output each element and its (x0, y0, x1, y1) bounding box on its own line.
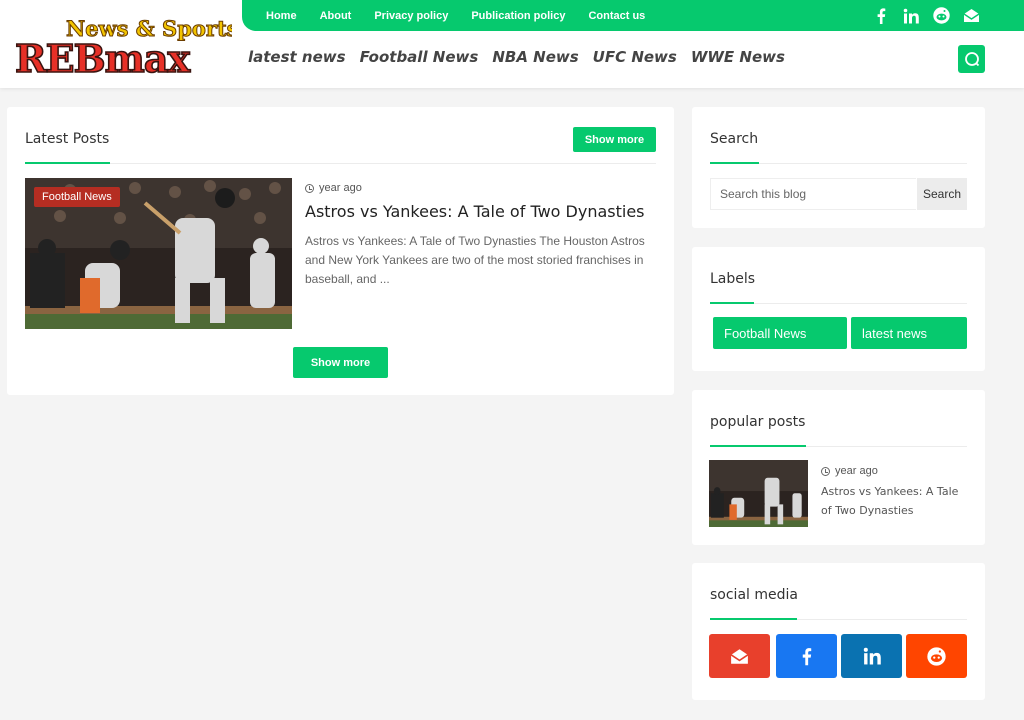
facebook-icon (802, 647, 812, 665)
topnav-privacy[interactable]: Privacy policy (374, 10, 448, 22)
topnav-contact[interactable]: Contact us (588, 10, 645, 22)
top-nav: Home About Privacy policy Publication po… (266, 0, 668, 31)
social-linkedin-button[interactable] (841, 634, 902, 678)
email-icon[interactable] (962, 7, 980, 25)
site-logo[interactable]: News & Sports REBmax (14, 14, 232, 77)
topnav-home[interactable]: Home (266, 10, 297, 22)
social-reddit-button[interactable] (906, 634, 967, 678)
post-time: year ago (319, 182, 362, 194)
reddit-icon[interactable] (932, 7, 950, 25)
popular-post-title[interactable]: Astros vs Yankees: A Tale of Two Dynasti… (821, 482, 971, 520)
social-email-button[interactable] (709, 634, 770, 678)
label-latest-news[interactable]: latest news (851, 317, 967, 349)
topnav-publication[interactable]: Publication policy (471, 10, 565, 22)
post-meta: year ago (305, 182, 362, 194)
linkedin-icon[interactable] (902, 7, 920, 25)
facebook-icon[interactable] (872, 7, 890, 25)
header-search-button[interactable] (958, 45, 985, 73)
clock-icon (305, 183, 314, 193)
popular-post-meta: year ago (821, 465, 878, 477)
topnav-about[interactable]: About (320, 10, 352, 22)
logo-wordmark: REBmax (15, 36, 190, 76)
latest-posts-title: Latest Posts (25, 131, 110, 147)
search-widget: Search Search (692, 107, 985, 228)
post-category-label[interactable]: Football News (34, 187, 120, 207)
search-icon (964, 52, 979, 67)
latest-posts-section: Latest Posts Show more Football News yea… (7, 107, 674, 395)
title-accent (710, 302, 754, 304)
mainnav-ufc-news[interactable]: UFC News (593, 48, 677, 66)
search-input[interactable] (710, 178, 916, 210)
email-icon (730, 648, 749, 664)
labels-widget: Labels Football News latest news (692, 247, 985, 371)
title-accent (710, 618, 797, 620)
main-nav: latest news Football News NBA News UFC N… (248, 48, 799, 66)
linkedin-icon (863, 647, 881, 665)
top-bar: Home About Privacy policy Publication po… (242, 0, 1024, 31)
post-title[interactable]: Astros vs Yankees: A Tale of Two Dynasti… (305, 202, 645, 221)
mainnav-nba-news[interactable]: NBA News (492, 48, 578, 66)
social-media-title: social media (710, 587, 798, 603)
show-more-bottom-button[interactable]: Show more (293, 347, 388, 378)
top-social (860, 0, 980, 31)
clock-icon (821, 466, 830, 476)
title-accent (710, 445, 806, 447)
social-facebook-button[interactable] (776, 634, 837, 678)
social-media-widget: social media (692, 563, 985, 700)
mainnav-football-news[interactable]: Football News (360, 48, 479, 66)
search-widget-title: Search (710, 131, 759, 147)
site-header: News & Sports REBmax Home About Privacy … (0, 0, 1024, 88)
show-more-top-button[interactable]: Show more (573, 127, 656, 152)
reddit-icon (927, 646, 946, 666)
post-thumbnail[interactable]: Football News (25, 178, 292, 329)
title-accent (710, 162, 759, 164)
mainnav-latest-news[interactable]: latest news (248, 48, 346, 66)
title-accent (25, 162, 110, 164)
labels-widget-title: Labels (710, 271, 756, 287)
label-football-news[interactable]: Football News (713, 317, 847, 349)
popular-posts-title: popular posts (710, 414, 806, 430)
title-divider (25, 163, 656, 164)
popular-posts-widget: popular posts year ago Astros vs Yankees… (692, 390, 985, 545)
baseball-photo (709, 460, 808, 527)
popular-post-time: year ago (835, 465, 878, 477)
popular-post-thumbnail[interactable] (709, 460, 808, 527)
search-submit-button[interactable]: Search (917, 178, 967, 210)
post-excerpt: Astros vs Yankees: A Tale of Two Dynasti… (305, 234, 645, 286)
mainnav-wwe-news[interactable]: WWE News (691, 48, 785, 66)
